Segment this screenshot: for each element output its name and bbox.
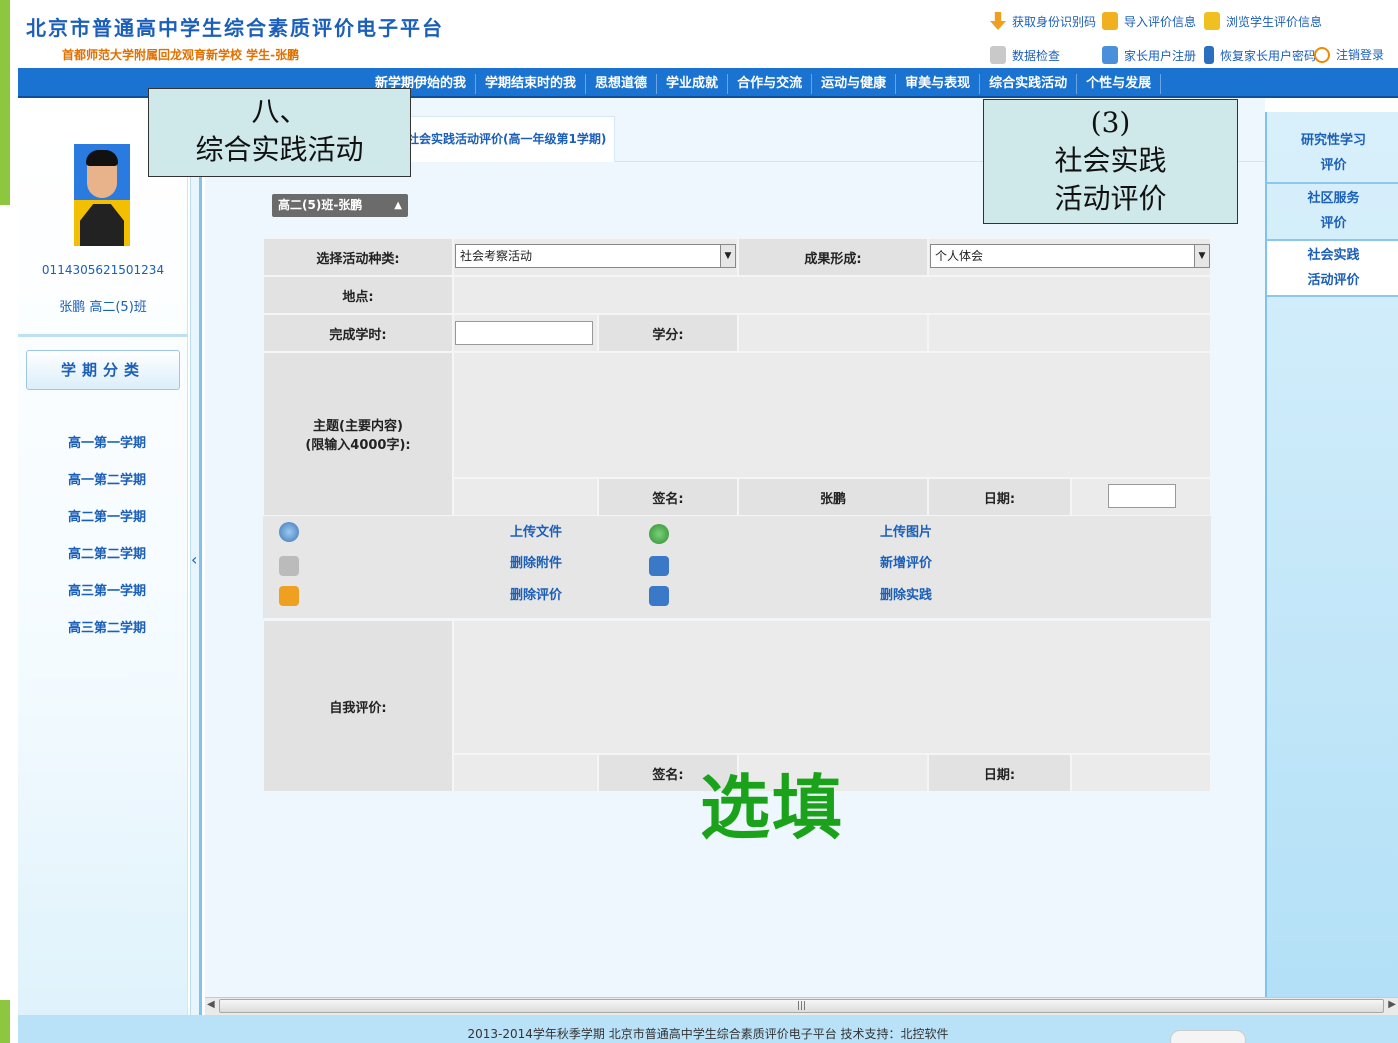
delete-practice-link[interactable]: 删除实践 (880, 584, 932, 603)
upload-file-link[interactable]: 上传文件 (510, 521, 562, 540)
right-item-community[interactable]: 社区服务 评价 (1267, 184, 1398, 241)
actions-area: 上传文件 删除附件 删除评价 上传图片 新增评价 删除实践 (263, 516, 1211, 618)
theme-textarea[interactable] (453, 352, 1211, 478)
upload-image-icon (649, 524, 669, 544)
term-link[interactable]: 高二第二学期 (68, 543, 146, 562)
get-id-code-link[interactable]: 获取身份识别码 (990, 12, 1096, 30)
term-link[interactable]: 高三第二学期 (68, 617, 146, 636)
student-selector[interactable]: 高二(5)班-张鹏 ▲ (272, 194, 408, 217)
result-form-label: 成果形成: (738, 238, 928, 276)
student-id: 0114305621501234 (41, 263, 165, 277)
nav-item-academic[interactable]: 学业成就 (657, 74, 729, 94)
credit-label: 学分: (598, 314, 738, 352)
app-title: 北京市普通高中学生综合素质评价电子平台 (26, 16, 444, 40)
chevron-up-icon: ▲ (394, 200, 402, 211)
download-icon (990, 12, 1006, 30)
register-icon (1102, 46, 1118, 64)
logout-link[interactable]: 注销登录 (1314, 46, 1384, 63)
term-link[interactable]: 高一第二学期 (68, 469, 146, 488)
main-content: 社会实践活动评价(高一年级第1学期) 高二(5)班-张鹏 ▲ 选择活动种类: 社… (205, 98, 1265, 998)
activity-type-label: 选择活动种类: (263, 238, 453, 276)
nav-item-term-end[interactable]: 学期结束时的我 (476, 74, 587, 94)
school-user-subtitle: 首都师范大学附属回龙观育新学校 学生-张鹏 (62, 48, 300, 62)
location-label: 地点: (263, 276, 453, 314)
term-link[interactable]: 高一第一学期 (68, 432, 146, 451)
logout-icon (1314, 46, 1330, 63)
left-accent-strip (0, 0, 10, 205)
scroll-left-icon[interactable]: ◀ (207, 999, 215, 1010)
horizontal-scrollbar[interactable]: ◀ ||| ▶ (205, 997, 1398, 1015)
sign-label: 签名: (598, 478, 738, 516)
student-class: 张鹏 高二(5)班 (59, 300, 147, 315)
hours-label: 完成学时: (263, 314, 453, 352)
credit-value (738, 314, 928, 352)
term-link[interactable]: 高二第一学期 (68, 506, 146, 525)
delete-eval-icon (279, 586, 299, 606)
dropdown-arrow-icon: ▼ (720, 245, 735, 267)
panel-splitter[interactable]: ‹ (190, 110, 202, 1015)
add-eval-link[interactable]: 新增评价 (880, 552, 932, 571)
dropdown-arrow-icon: ▼ (1194, 245, 1209, 267)
tab-social-practice-eval[interactable]: 社会实践活动评价(高一年级第1学期) (400, 116, 615, 162)
delete-attachment-link[interactable]: 删除附件 (510, 552, 562, 571)
nav-items: 新学期伊始的我 学期结束时的我 思想道德 学业成就 合作与交流 运动与健康 审美… (366, 74, 1162, 94)
top-links: 获取身份识别码 导入评价信息 浏览学生评价信息 数据检查 家长用户注册 恢复家长… (990, 10, 1390, 66)
import-eval-link[interactable]: 导入评价信息 (1102, 12, 1196, 30)
hours-input[interactable] (455, 321, 593, 345)
date-label-2: 日期: (928, 754, 1071, 792)
result-form-select[interactable]: 个人体会 ▼ (930, 244, 1210, 268)
check-icon (990, 46, 1006, 64)
browse-eval-link[interactable]: 浏览学生评价信息 (1204, 12, 1322, 30)
nav-item-cooperation[interactable]: 合作与交流 (728, 74, 813, 94)
add-eval-icon (649, 556, 669, 576)
data-check-link[interactable]: 数据检查 (990, 46, 1060, 64)
right-item-research[interactable]: 研究性学习 评价 (1267, 126, 1398, 184)
restore-password-link[interactable]: 恢复家长用户密码 (1204, 46, 1316, 64)
divider (18, 334, 188, 337)
term-category-button[interactable]: 学期分类 (26, 350, 180, 390)
right-item-social-practice[interactable]: 社会实践 活动评价 (1267, 241, 1398, 297)
annotation-subsection: (3) 社会实践 活动评价 (983, 99, 1238, 224)
sign-value: 张鹏 (738, 478, 928, 516)
student-photo (74, 144, 130, 246)
term-link[interactable]: 高三第一学期 (68, 580, 146, 599)
nav-item-aesthetics[interactable]: 审美与表现 (896, 74, 981, 94)
help-button[interactable] (1170, 1030, 1246, 1043)
left-accent-strip-bottom (0, 1000, 10, 1043)
nav-item-practice[interactable]: 综合实践活动 (980, 74, 1078, 94)
delete-file-icon (279, 556, 299, 576)
delete-eval-link[interactable]: 删除评价 (510, 584, 562, 603)
self-eval-textarea[interactable] (453, 620, 1211, 754)
scroll-right-icon[interactable]: ▶ (1388, 999, 1396, 1010)
parent-register-link[interactable]: 家长用户注册 (1102, 46, 1196, 64)
self-eval-label: 自我评价: (263, 620, 453, 792)
browse-icon (1204, 12, 1220, 30)
activity-type-select[interactable]: 社会考察活动 ▼ (455, 244, 736, 268)
collapse-arrow-icon[interactable]: ‹ (191, 550, 197, 569)
delete-practice-icon (649, 586, 669, 606)
nav-item-personality[interactable]: 个性与发展 (1077, 74, 1162, 94)
import-icon (1102, 12, 1118, 30)
location-field[interactable] (453, 276, 1211, 314)
right-panel: 研究性学习 评价 社区服务 评价 社会实践 活动评价 (1265, 112, 1398, 997)
scrollbar-thumb[interactable]: ||| (219, 999, 1384, 1013)
annotation-section: 八、 综合实践活动 (148, 88, 411, 177)
globe-icon (279, 522, 299, 542)
date-label: 日期: (928, 478, 1071, 516)
date-input[interactable] (1108, 484, 1176, 508)
upload-image-link[interactable]: 上传图片 (880, 521, 932, 540)
header: 北京市普通高中学生综合素质评价电子平台 首都师范大学附属回龙观育新学校 学生-张… (18, 0, 1398, 68)
left-panel: 0114305621501234 张鹏 高二(5)班 学期分类 高一第一学期 高… (18, 126, 188, 1016)
nav-item-sports[interactable]: 运动与健康 (812, 74, 897, 94)
restore-icon (1204, 46, 1214, 64)
optional-annotation: 选填 (700, 767, 844, 849)
nav-item-morality[interactable]: 思想道德 (586, 74, 658, 94)
theme-label: 主题(主要内容) (限输入4000字): (263, 352, 453, 516)
